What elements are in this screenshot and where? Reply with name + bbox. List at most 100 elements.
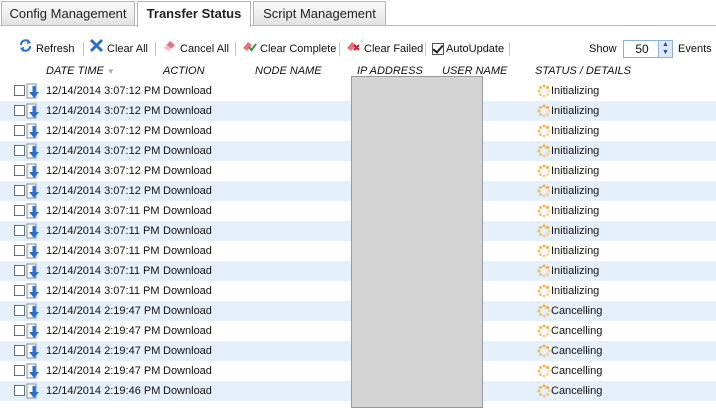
clear-all-label: Clear All — [107, 43, 148, 55]
row-datetime: 12/14/2014 2:19:46 PM — [46, 385, 161, 397]
download-arrow-icon — [26, 323, 40, 339]
column-header-status[interactable]: STATUS / DETAILS — [535, 63, 631, 80]
row-checkbox[interactable] — [14, 325, 25, 336]
row-checkbox[interactable] — [14, 145, 25, 156]
spin-down-icon[interactable]: ▼ — [659, 49, 672, 57]
row-datetime: 12/14/2014 3:07:12 PM — [46, 85, 161, 97]
row-action: Download — [163, 85, 212, 97]
column-label: DATE TIME — [46, 65, 104, 77]
download-arrow-icon — [26, 143, 40, 159]
row-checkbox[interactable] — [14, 265, 25, 276]
row-checkbox[interactable] — [14, 85, 25, 96]
autoupdate-checkbox[interactable]: AutoUpdate — [432, 38, 504, 60]
row-checkbox[interactable] — [14, 345, 25, 356]
row-checkbox[interactable] — [14, 185, 25, 196]
row-checkbox[interactable] — [14, 245, 25, 256]
row-checkbox[interactable] — [14, 205, 25, 216]
refresh-button[interactable]: Refresh — [18, 38, 75, 60]
clear-failed-label: Clear Failed — [364, 43, 424, 55]
row-checkbox[interactable] — [14, 385, 25, 396]
download-arrow-icon — [26, 123, 40, 139]
row-checkbox[interactable] — [14, 165, 25, 176]
spinner-buttons[interactable]: ▲ ▼ — [658, 41, 672, 57]
clear-complete-icon — [242, 38, 257, 60]
row-status: Initializing — [551, 245, 600, 257]
row-status: Initializing — [551, 125, 600, 137]
toolbar-divider — [425, 42, 426, 56]
toolbar-divider — [339, 42, 340, 56]
row-status: Initializing — [551, 205, 600, 217]
cancel-all-label: Cancel All — [180, 43, 229, 55]
clear-failed-button[interactable]: Clear Failed — [346, 38, 423, 60]
row-datetime: 12/14/2014 3:07:11 PM — [46, 285, 160, 297]
row-action: Download — [163, 365, 212, 377]
row-datetime: 12/14/2014 2:19:47 PM — [46, 305, 161, 317]
spin-up-icon[interactable]: ▲ — [659, 41, 672, 49]
row-checkbox[interactable] — [14, 365, 25, 376]
sort-down-icon: ▼ — [106, 67, 115, 76]
refresh-icon — [18, 38, 33, 60]
row-checkbox[interactable] — [14, 225, 25, 236]
events-count-value[interactable]: 50 — [624, 41, 660, 57]
row-datetime: 12/14/2014 2:19:47 PM — [46, 325, 161, 337]
row-action: Download — [163, 205, 212, 217]
clear-all-button[interactable]: Clear All — [89, 38, 148, 60]
column-header-action[interactable]: ACTION — [163, 63, 205, 80]
row-action: Download — [163, 305, 212, 317]
download-arrow-icon — [26, 363, 40, 379]
download-arrow-icon — [26, 343, 40, 359]
cancel-all-button[interactable]: Cancel All — [162, 38, 229, 60]
row-datetime: 12/14/2014 2:19:47 PM — [46, 345, 161, 357]
row-checkbox[interactable] — [14, 105, 25, 116]
clear-complete-button[interactable]: Clear Complete — [242, 38, 336, 60]
row-status: Initializing — [551, 185, 600, 197]
row-action: Download — [163, 325, 212, 337]
row-datetime: 12/14/2014 3:07:11 PM — [46, 225, 160, 237]
toolbar-divider — [235, 42, 236, 56]
row-action: Download — [163, 125, 212, 137]
download-arrow-icon — [26, 223, 40, 239]
row-datetime: 12/14/2014 3:07:12 PM — [46, 125, 161, 137]
tab-script-management[interactable]: Script Management — [253, 1, 386, 25]
download-arrow-icon — [26, 263, 40, 279]
download-arrow-icon — [26, 303, 40, 319]
row-status: Initializing — [551, 285, 600, 297]
tab-divider — [0, 25, 716, 26]
column-header-date-time[interactable]: DATE TIME ▼ — [46, 63, 115, 80]
toolbar-divider — [509, 42, 510, 56]
clear-complete-label: Clear Complete — [260, 43, 337, 55]
row-datetime: 12/14/2014 3:07:11 PM — [46, 205, 160, 217]
x-icon — [89, 38, 104, 60]
row-status: Initializing — [551, 145, 600, 157]
toolbar-divider — [83, 42, 84, 56]
tab-transfer-status[interactable]: Transfer Status — [137, 1, 251, 27]
row-datetime: 12/14/2014 3:07:11 PM — [46, 265, 160, 277]
column-header-node-name[interactable]: NODE NAME — [255, 63, 322, 80]
row-status: Initializing — [551, 265, 600, 277]
toolbar: Refresh Clear All Cancel All Clear Compl… — [0, 38, 716, 60]
row-status: Initializing — [551, 165, 600, 177]
row-checkbox[interactable] — [14, 125, 25, 136]
row-status: Cancelling — [551, 345, 603, 357]
row-action: Download — [163, 145, 212, 157]
row-checkbox[interactable] — [14, 305, 25, 316]
eraser-icon — [162, 38, 177, 60]
events-label: Events — [678, 43, 712, 55]
row-action: Download — [163, 285, 212, 297]
autoupdate-check[interactable] — [432, 43, 444, 56]
row-checkbox[interactable] — [14, 285, 25, 296]
events-count-stepper[interactable]: 50 ▲ ▼ — [623, 40, 673, 58]
row-datetime: 12/14/2014 3:07:12 PM — [46, 105, 161, 117]
download-arrow-icon — [26, 203, 40, 219]
row-datetime: 12/14/2014 3:07:11 PM — [46, 245, 160, 257]
row-action: Download — [163, 385, 212, 397]
redacted-region — [351, 76, 483, 408]
row-action: Download — [163, 265, 212, 277]
tab-config-management[interactable]: Config Management — [1, 1, 135, 25]
row-status: Cancelling — [551, 325, 603, 337]
row-datetime: 12/14/2014 3:07:12 PM — [46, 145, 161, 157]
row-status: Cancelling — [551, 365, 603, 377]
row-datetime: 12/14/2014 3:07:12 PM — [46, 185, 161, 197]
refresh-label: Refresh — [36, 43, 75, 55]
row-action: Download — [163, 245, 212, 257]
